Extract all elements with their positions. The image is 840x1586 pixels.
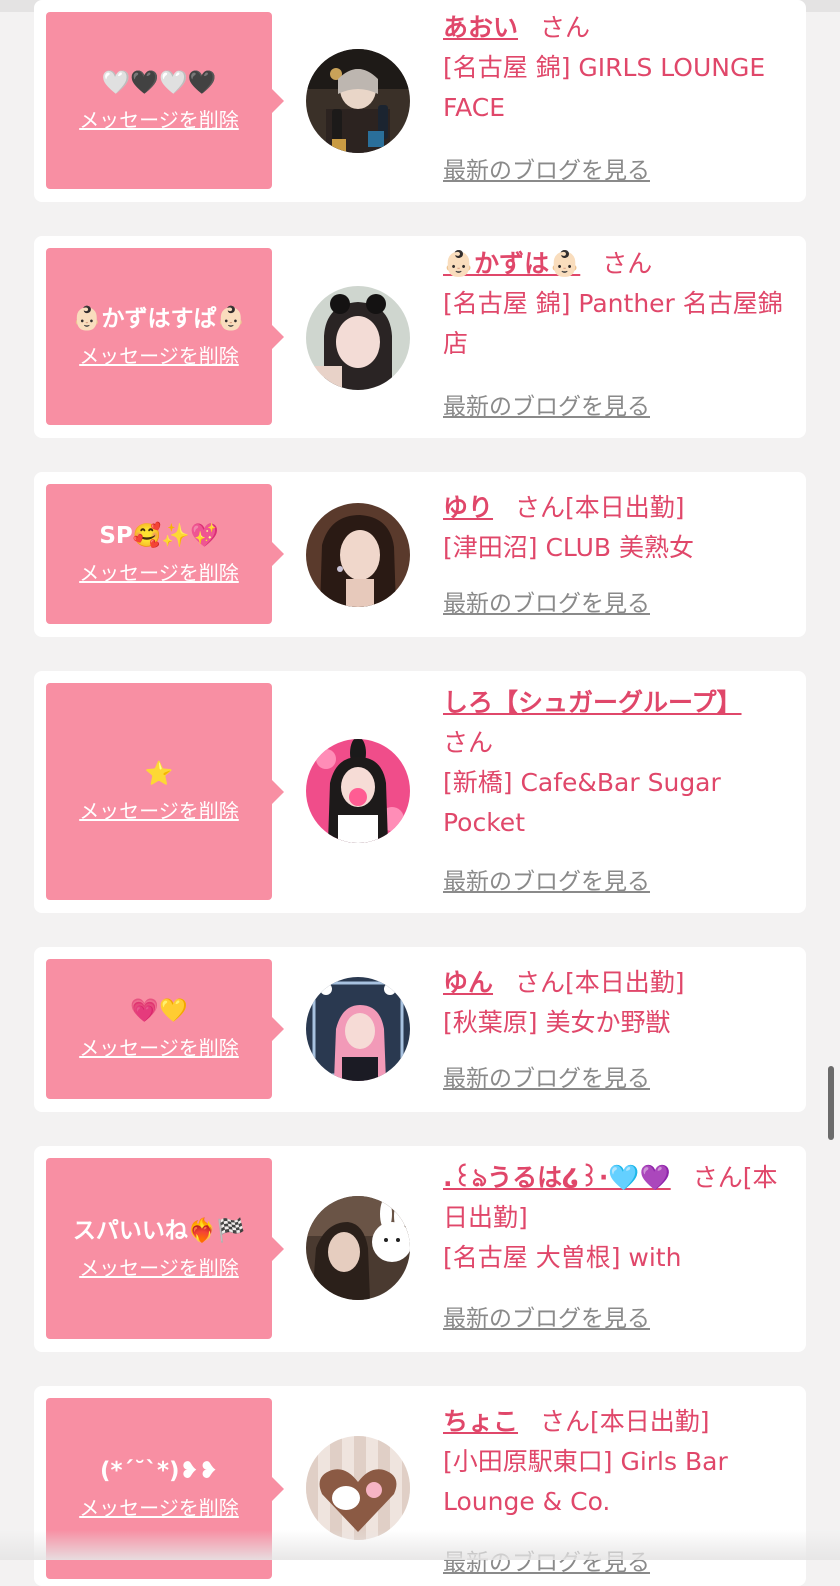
avatar[interactable] xyxy=(306,286,410,390)
name-line: 👶🏻かずは👶🏻 さん xyxy=(443,244,794,284)
message-text: 🤍🖤🤍🖤 xyxy=(101,69,217,96)
shop-name: [小田原駅東口] Girls Bar Lounge & Co. xyxy=(443,1447,728,1516)
cast-name-link[interactable]: .꒰ঌうるは໒꒱·🩵💜 xyxy=(443,1163,671,1192)
delete-message-link[interactable]: メッセージを削除 xyxy=(79,1253,239,1283)
delete-message-link[interactable]: メッセージを削除 xyxy=(79,105,239,135)
latest-blog-link[interactable]: 最新のブログを見る xyxy=(443,1064,650,1094)
message-card: SP🥰✨💖 メッセージを削除 ゆり さん[本日出勤] [津田沼] CLUB 美熟女… xyxy=(34,472,806,637)
honorific: さん xyxy=(515,493,566,522)
scrollbar-thumb[interactable] xyxy=(828,1066,834,1140)
honorific: さん xyxy=(443,728,494,757)
delete-message-link[interactable]: メッセージを削除 xyxy=(79,1033,239,1063)
name-line: ゆん さん[本日出勤] xyxy=(443,963,794,1003)
avatar[interactable] xyxy=(306,1436,410,1540)
cast-name-link[interactable]: 👶🏻かずは👶🏻 xyxy=(443,249,580,278)
latest-blog-link[interactable]: 最新のブログを見る xyxy=(443,156,650,186)
delete-message-link[interactable]: メッセージを削除 xyxy=(79,1493,239,1523)
shop-name: [名古屋 錦] Panther 名古屋錦店 xyxy=(443,289,783,358)
cast-name-link[interactable]: しろ【シュガーグループ】 xyxy=(443,688,742,717)
cast-info: ゆん さん[本日出勤] [秋葉原] 美女か野獣 最新のブログを見る xyxy=(443,959,794,1100)
latest-blog-link[interactable]: 最新のブログを見る xyxy=(443,392,650,422)
message-card: 🤍🖤🤍🖤 メッセージを削除 あおい さん [名古屋 錦] GIRLS LOUNGE… xyxy=(34,0,806,202)
message-card: 💗💛 メッセージを削除 ゆん さん[本日出勤] [秋葉原] 美女か野獣 最新のブロ… xyxy=(34,947,806,1112)
delete-message-link[interactable]: メッセージを削除 xyxy=(79,796,239,826)
shop-name: [津田沼] CLUB 美熟女 xyxy=(443,533,694,562)
name-line: しろ【シュガーグループ】 さん xyxy=(443,683,794,763)
shop-name: [名古屋 錦] GIRLS LOUNGE FACE xyxy=(443,53,766,122)
honorific: さん xyxy=(602,249,653,278)
name-line: .꒰ঌうるは໒꒱·🩵💜 さん[本日出勤] xyxy=(443,1158,794,1238)
message-card: 👶🏻かずはすぱ👶🏻 メッセージを削除 👶🏻かずは👶🏻 さん [名古屋 錦] Pan… xyxy=(34,236,806,438)
honorific: さん xyxy=(540,13,591,42)
message-card: ⭐️ メッセージを削除 しろ【シュガーグループ】 さん [新橋] Cafe&Ba… xyxy=(34,671,806,913)
cast-name-link[interactable]: あおい xyxy=(443,13,518,42)
message-bubble: スパいいね❤️‍🔥🏁 メッセージを削除 xyxy=(46,1158,284,1339)
message-text: スパいいね❤️‍🔥🏁 xyxy=(72,1217,246,1244)
cast-name-link[interactable]: ゆん xyxy=(443,968,493,997)
message-text: ⭐️ xyxy=(144,760,174,787)
avatar[interactable] xyxy=(306,1196,410,1300)
name-line: ゆり さん[本日出勤] xyxy=(443,488,794,528)
delete-message-link[interactable]: メッセージを削除 xyxy=(79,558,239,588)
message-bubble: 🤍🖤🤍🖤 メッセージを削除 xyxy=(46,12,284,189)
status-text: [本日出勤] xyxy=(565,493,685,522)
cast-info: ゆり さん[本日出勤] [津田沼] CLUB 美熟女 最新のブログを見る xyxy=(443,484,794,625)
avatar[interactable] xyxy=(306,977,410,1081)
latest-blog-link[interactable]: 最新のブログを見る xyxy=(443,867,650,897)
message-bubble: 👶🏻かずはすぱ👶🏻 メッセージを削除 xyxy=(46,248,284,425)
status-text: [本日出勤] xyxy=(565,968,685,997)
name-line-second: さん xyxy=(443,723,794,763)
honorific: さん xyxy=(515,968,566,997)
message-bubble: SP🥰✨💖 メッセージを削除 xyxy=(46,484,284,624)
cast-info: あおい さん [名古屋 錦] GIRLS LOUNGE FACE 最新のブログを見… xyxy=(443,12,794,190)
delete-message-link[interactable]: メッセージを削除 xyxy=(79,341,239,371)
name-line: あおい さん xyxy=(443,8,794,48)
cast-info: .꒰ঌうるは໒꒱·🩵💜 さん[本日出勤] [名古屋 大曽根] with 最新のブロ… xyxy=(443,1158,794,1340)
shop-name: [新橋] Cafe&Bar Sugar Pocket xyxy=(443,768,721,837)
avatar[interactable] xyxy=(306,503,410,607)
latest-blog-link[interactable]: 最新のブログを見る xyxy=(443,1304,650,1334)
cast-name-link[interactable]: ちょこ xyxy=(443,1407,518,1436)
message-bubble: 💗💛 メッセージを削除 xyxy=(46,959,284,1099)
shop-name: [名古屋 大曽根] with xyxy=(443,1243,682,1272)
message-card: スパいいね❤️‍🔥🏁 メッセージを削除 .꒰ঌうるは໒꒱·🩵💜 さん[本日出勤] … xyxy=(34,1146,806,1352)
status-text: [本日出勤] xyxy=(590,1407,710,1436)
message-text: (*ˊ˘ˋ*)❥❥ xyxy=(99,1457,219,1484)
bottom-fade xyxy=(0,1530,840,1560)
avatar[interactable] xyxy=(306,49,410,153)
message-text: 👶🏻かずはすぱ👶🏻 xyxy=(72,305,246,332)
message-text: 💗💛 xyxy=(130,998,188,1024)
cast-info: しろ【シュガーグループ】 さん [新橋] Cafe&Bar Sugar Pock… xyxy=(443,683,794,901)
message-text: SP🥰✨💖 xyxy=(99,523,219,549)
cast-info: 👶🏻かずは👶🏻 さん [名古屋 錦] Panther 名古屋錦店 最新のブログを見… xyxy=(443,248,794,426)
cast-name-link[interactable]: ゆり xyxy=(443,493,493,522)
shop-name: [秋葉原] 美女か野獣 xyxy=(443,1008,671,1037)
honorific: さん xyxy=(540,1407,591,1436)
name-line: ちょこ さん[本日出勤] xyxy=(443,1402,794,1442)
honorific: さん xyxy=(692,1163,743,1192)
message-bubble: ⭐️ メッセージを削除 xyxy=(46,683,284,900)
latest-blog-link[interactable]: 最新のブログを見る xyxy=(443,589,650,619)
avatar[interactable] xyxy=(306,739,410,843)
